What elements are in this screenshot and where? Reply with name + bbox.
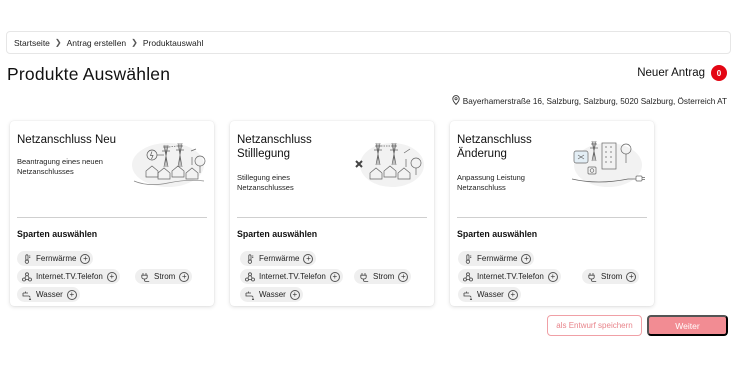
sparten-label: Sparten auswählen (17, 229, 98, 239)
card-description-line: Netzanschlusses (17, 166, 74, 176)
add-icon[interactable]: + (329, 271, 340, 282)
card-title: Netzanschluss Änderung (457, 133, 567, 161)
add-icon[interactable]: + (398, 271, 409, 282)
page: Startseite ❯ Antrag erstellen ❯ Produkta… (0, 0, 735, 370)
card-title-line: Netzanschluss (457, 134, 532, 146)
card-description: Stillegung eines Netzanschlusses (237, 173, 347, 192)
add-icon[interactable]: + (289, 289, 300, 300)
add-icon[interactable]: + (179, 271, 190, 282)
breadcrumb-item-antrag-erstellen[interactable]: Antrag erstellen (67, 38, 127, 48)
chip-internet-tv-telefon[interactable]: Internet.TV.Telefon + (458, 269, 561, 284)
card-title: Netzanschluss Stilllegung (237, 133, 347, 161)
address: Bayerhamerstraße 16, Salzburg, Salzburg,… (452, 95, 727, 107)
card-description: Beantragung eines neuen Netzanschlusses (17, 157, 127, 176)
network-icon (22, 271, 32, 282)
decommission-illustration (348, 137, 428, 189)
chip-label: Strom (154, 272, 176, 281)
product-card-netzanschluss-stilllegung[interactable]: Netzanschluss Stilllegung Stillegung ein… (230, 121, 434, 306)
chip-label: Fernwärme (477, 254, 518, 263)
thermometer-icon (245, 253, 255, 264)
card-description-line: Netzanschlusses (237, 182, 294, 192)
card-title: Netzanschluss Neu (17, 133, 127, 147)
add-icon[interactable]: + (547, 271, 558, 282)
card-description-line: Anpassung Leistung (457, 173, 525, 182)
thermometer-icon (463, 253, 473, 264)
add-icon[interactable]: + (80, 253, 91, 264)
breadcrumb-item-startseite[interactable]: Startseite (14, 38, 50, 48)
card-divider (457, 217, 647, 218)
chip-label: Internet.TV.Telefon (477, 272, 544, 281)
chip-label: Wasser (259, 290, 286, 299)
location-pin-icon (452, 95, 460, 107)
cart-label[interactable]: Neuer Antrag (637, 67, 705, 79)
chip-wasser[interactable]: Wasser + (458, 287, 521, 302)
add-icon[interactable]: + (521, 253, 532, 264)
chip-label: Wasser (477, 290, 504, 299)
add-icon[interactable]: + (66, 289, 77, 300)
modification-illustration (568, 137, 648, 189)
chip-label: Strom (373, 272, 395, 281)
chip-fernwaerme[interactable]: Fernwärme + (17, 251, 94, 266)
chip-strom[interactable]: Strom + (354, 269, 412, 284)
chip-wasser[interactable]: Wasser + (240, 287, 303, 302)
network-icon (463, 271, 473, 282)
card-description-line: Stillegung eines (237, 173, 290, 182)
chip-strom[interactable]: Strom + (135, 269, 193, 284)
save-draft-button[interactable]: als Entwurf speichern (547, 315, 642, 336)
chip-label: Fernwärme (259, 254, 300, 263)
water-tap-icon (463, 290, 473, 300)
sparten-label: Sparten auswählen (237, 229, 318, 239)
chip-fernwaerme[interactable]: Fernwärme + (458, 251, 535, 266)
chip-fernwaerme[interactable]: Fernwärme + (240, 251, 317, 266)
add-icon[interactable]: + (626, 271, 637, 282)
add-icon[interactable]: + (106, 271, 117, 282)
thermometer-icon (22, 253, 32, 264)
chip-label: Strom (601, 272, 623, 281)
chip-label: Fernwärme (36, 254, 77, 263)
card-description-line: Netzanschluss (457, 182, 506, 192)
chip-label: Internet.TV.Telefon (36, 272, 103, 281)
product-card-netzanschluss-aenderung[interactable]: Netzanschluss Änderung Anpassung Leistun… (450, 121, 654, 306)
chip-label: Wasser (36, 290, 63, 299)
cart-count-badge: 0 (711, 65, 727, 81)
network-icon (245, 271, 255, 282)
sparten-label: Sparten auswählen (457, 229, 538, 239)
chip-label: Internet.TV.Telefon (259, 272, 326, 281)
plug-icon (140, 272, 150, 282)
water-tap-icon (245, 290, 255, 300)
card-divider (17, 217, 207, 218)
card-description: Anpassung Leistung Netzanschluss (457, 173, 567, 192)
card-description-line: Beantragung eines neuen (17, 157, 103, 166)
breadcrumb-item-produktauswahl: Produktauswahl (142, 37, 204, 48)
page-title: Produkte Auswählen (7, 64, 171, 84)
card-title-line: Netzanschluss Neu (17, 134, 117, 146)
chip-internet-tv-telefon[interactable]: Internet.TV.Telefon + (240, 269, 343, 284)
new-application-cart[interactable]: Neuer Antrag 0 (637, 65, 727, 81)
plug-icon (587, 272, 597, 282)
card-title-line: Netzanschluss (237, 134, 312, 146)
chevron-right-icon: ❯ (54, 38, 62, 47)
card-divider (237, 217, 427, 218)
add-icon[interactable]: + (303, 253, 314, 264)
water-tap-icon (22, 290, 32, 300)
chip-internet-tv-telefon[interactable]: Internet.TV.Telefon + (17, 269, 120, 284)
breadcrumb: Startseite ❯ Antrag erstellen ❯ Produkta… (6, 31, 731, 54)
new-connection-illustration (128, 137, 208, 189)
add-icon[interactable]: + (507, 289, 518, 300)
product-card-netzanschluss-neu[interactable]: Netzanschluss Neu Beantragung eines neue… (10, 121, 214, 306)
chip-strom[interactable]: Strom + (582, 269, 640, 284)
chevron-right-icon: ❯ (131, 38, 138, 47)
chip-wasser[interactable]: Wasser + (17, 287, 80, 302)
plug-icon (359, 272, 369, 282)
card-title-line: Änderung (457, 148, 507, 160)
card-title-line: Stilllegung (237, 148, 291, 160)
address-text: Bayerhamerstraße 16, Salzburg, Salzburg,… (462, 96, 727, 106)
next-button[interactable]: Weiter (647, 315, 728, 336)
